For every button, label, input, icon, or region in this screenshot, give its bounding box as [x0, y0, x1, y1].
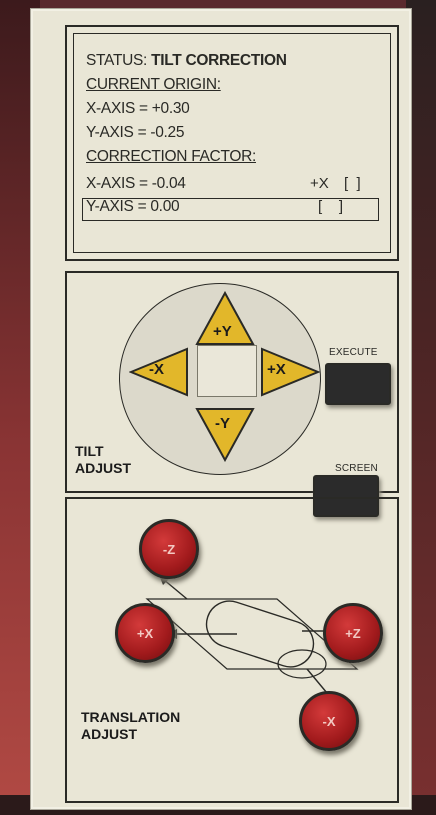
translation-adjust-box: -Z +X +Z -X TRANSLATION ADJUST — [65, 497, 399, 803]
execute-key-label: EXECUTE — [329, 347, 378, 358]
correction-factor-heading: CORRECTION FACTOR: — [86, 148, 256, 165]
status-box: STATUS: TILT CORRECTION CURRENT ORIGIN: … — [65, 25, 399, 261]
translate-plus-z-button[interactable]: +Z — [323, 603, 383, 663]
correction-x-empty-slot[interactable]: [ ] — [344, 175, 361, 192]
status-box-inner: STATUS: TILT CORRECTION CURRENT ORIGIN: … — [73, 33, 391, 253]
tilt-down-label: -Y — [215, 415, 230, 432]
correction-y-value: Y-AXIS = 0.00 — [86, 198, 180, 215]
control-panel: STATUS: TILT CORRECTION CURRENT ORIGIN: … — [30, 8, 412, 810]
tilt-adjust-box: +Y -Y -X +X TILT ADJUST EXECUTE SCREEN — [65, 271, 399, 493]
tilt-center — [197, 345, 257, 397]
origin-x-value: X-AXIS = +0.30 — [86, 100, 190, 117]
status-value: TILT CORRECTION — [151, 52, 287, 69]
translate-plus-x-button[interactable]: +X — [115, 603, 175, 663]
translation-adjust-title: TRANSLATION ADJUST — [81, 709, 181, 742]
origin-y-value: Y-AXIS = -0.25 — [86, 124, 185, 141]
tilt-left-label: -X — [149, 361, 164, 378]
tilt-right-label: +X — [267, 361, 286, 378]
current-origin-heading: CURRENT ORIGIN: — [86, 76, 221, 93]
status-line: STATUS: TILT CORRECTION — [86, 52, 287, 70]
correction-x-direction[interactable]: +X — [310, 175, 329, 192]
translate-minus-z-button[interactable]: -Z — [139, 519, 199, 579]
translate-minus-x-button[interactable]: -X — [299, 691, 359, 751]
tilt-adjust-title: TILT ADJUST — [75, 443, 132, 476]
correction-y-slot[interactable]: [ ] — [318, 198, 343, 215]
execute-button[interactable] — [325, 363, 391, 405]
screen-key-label: SCREEN — [335, 463, 378, 474]
status-label: STATUS: — [86, 52, 148, 69]
tilt-up-label: +Y — [213, 323, 232, 340]
correction-x-value: X-AXIS = -0.04 — [86, 175, 186, 192]
